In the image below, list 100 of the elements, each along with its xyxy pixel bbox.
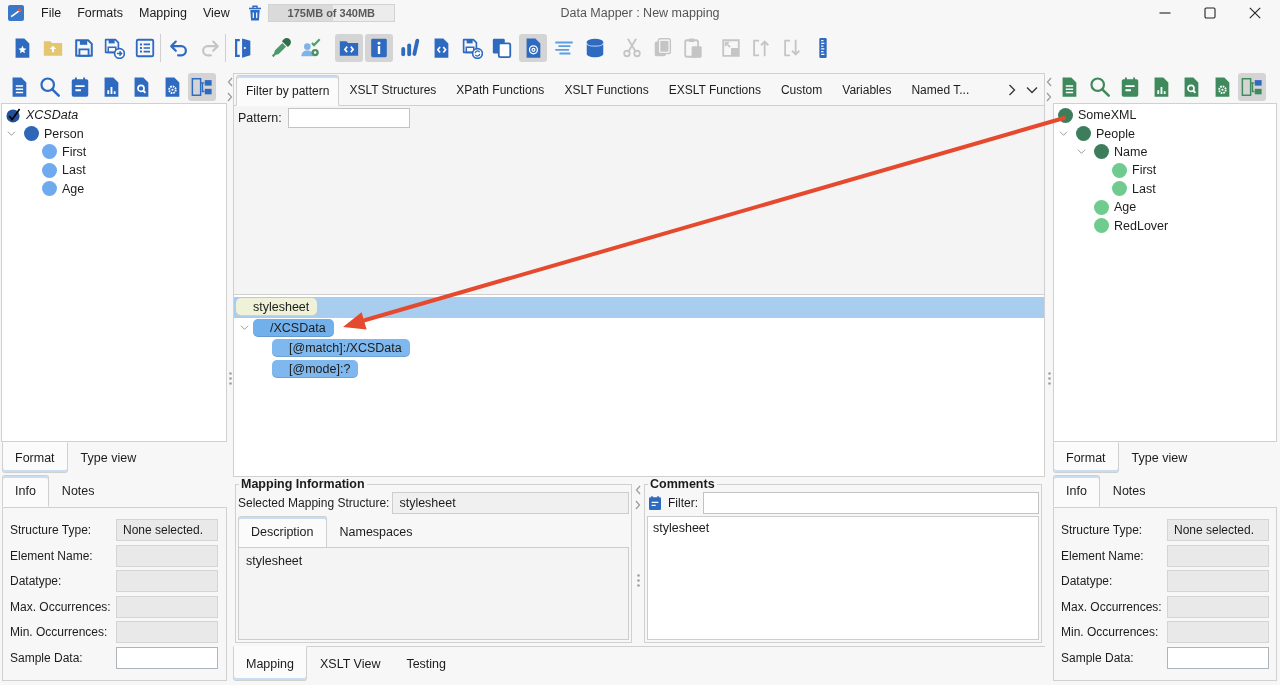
tree-item-label[interactable]: First <box>62 144 87 159</box>
trash-icon[interactable] <box>247 5 262 21</box>
field-label: Max. Occurrences: <box>1061 599 1163 614</box>
grip-icon[interactable] <box>1047 371 1051 385</box>
chevron-right-icon[interactable] <box>1006 84 1018 96</box>
folder-code-icon[interactable] <box>334 34 363 62</box>
tree-item-label[interactable]: XCSData <box>26 108 79 123</box>
tab[interactable]: XSLT View <box>306 647 394 681</box>
note-icon[interactable] <box>69 75 91 98</box>
floppy-arrow-icon[interactable] <box>103 37 126 59</box>
tab[interactable]: Type view <box>67 442 150 473</box>
tab[interactable]: Namespaces <box>326 516 426 547</box>
memory-usage-text: 175MB of 340MB <box>287 7 376 19</box>
tab[interactable]: XSLT Functions <box>554 75 659 105</box>
mapping-node[interactable]: /XCSData <box>253 318 334 337</box>
field-label: Datatype: <box>10 574 63 588</box>
description-field[interactable]: stylesheet <box>238 547 629 640</box>
check-circle-icon <box>6 107 21 123</box>
group-title: Mapping Information <box>240 477 366 491</box>
text-field[interactable] <box>1167 646 1269 669</box>
eyedropper-icon[interactable] <box>269 37 292 59</box>
tab[interactable]: Description <box>238 516 327 548</box>
tree-item-label[interactable]: Age <box>1114 200 1137 215</box>
tab[interactable]: Format <box>2 442 68 473</box>
bars-icon[interactable] <box>399 37 421 59</box>
pattern-field[interactable] <box>287 108 410 128</box>
field-label: Max. Occurrences: <box>10 599 112 614</box>
document-ring-icon[interactable] <box>519 34 547 62</box>
note-icon[interactable] <box>647 494 663 512</box>
floppy-sync-icon[interactable] <box>460 37 483 59</box>
mapping-node[interactable]: stylesheet <box>236 298 318 317</box>
copy-documents-icon[interactable] <box>491 37 514 59</box>
field-label: Min. Occurrences: <box>10 625 109 639</box>
menu-item[interactable]: File <box>33 3 70 23</box>
field-label: Element Name: <box>1061 548 1145 563</box>
field-label: Sample Data: <box>1061 650 1135 665</box>
search-icon[interactable] <box>1088 75 1111 98</box>
tab[interactable]: XPath Functions <box>446 75 555 105</box>
search-icon[interactable] <box>38 75 61 98</box>
tree-item-label[interactable]: Name <box>1114 144 1148 159</box>
tab[interactable]: Custom <box>770 75 833 105</box>
tab[interactable]: Info <box>1053 475 1100 507</box>
field-label: Datatype: <box>1061 574 1114 588</box>
tree-item-label[interactable]: Last <box>1132 181 1156 196</box>
menu-item[interactable]: View <box>194 3 238 23</box>
tree-item-label[interactable]: First <box>1132 163 1157 178</box>
structure-icon[interactable] <box>188 72 216 101</box>
tab[interactable]: EXSLT Functions <box>658 75 771 105</box>
mapping-node[interactable]: [@mode]:? <box>272 359 359 378</box>
info-icon[interactable] <box>365 34 394 62</box>
tab[interactable]: Type view <box>1118 442 1201 473</box>
database-icon[interactable] <box>583 37 606 59</box>
tab[interactable]: Mapping <box>233 646 307 681</box>
tree-item-label[interactable]: SomeXML <box>1078 108 1137 123</box>
tab[interactable]: Notes <box>48 475 108 507</box>
field-label: Selected Mapping Structure: <box>238 496 390 510</box>
chevron-left-icon[interactable] <box>1046 77 1052 87</box>
tab[interactable]: Info <box>2 475 49 507</box>
field-label: Element Name: <box>10 548 94 563</box>
text-field[interactable]: stylesheet <box>392 492 629 514</box>
comments-field[interactable]: stylesheet <box>647 516 1039 640</box>
app-logo-icon <box>8 5 24 21</box>
user-gear-icon[interactable] <box>300 37 323 59</box>
menu-item[interactable]: Formats <box>69 3 131 23</box>
field-label: Structure Type: <box>1061 523 1144 537</box>
tab[interactable]: Named T... <box>901 75 980 105</box>
mapping-node[interactable]: [@match]:/XCSData <box>272 339 410 358</box>
menu-item[interactable]: Mapping <box>131 3 195 23</box>
chevron-down-icon[interactable] <box>1026 84 1038 96</box>
field-label: Sample Data: <box>10 650 84 665</box>
field-label: Min. Occurrences: <box>1061 625 1160 639</box>
tree-item-label[interactable]: RedLover <box>1114 218 1169 233</box>
tree-item-label[interactable]: Age <box>62 181 85 196</box>
tab[interactable]: Filter by pattern <box>236 75 340 106</box>
undo-icon[interactable] <box>167 37 190 59</box>
chevron-left-icon[interactable] <box>227 77 233 87</box>
filter-field[interactable] <box>703 492 1039 514</box>
field-label: Filter: <box>668 496 698 510</box>
floppy-icon[interactable] <box>72 37 95 59</box>
maximize-icon[interactable] <box>1204 7 1216 19</box>
list-icon[interactable] <box>134 37 156 59</box>
tree-item-label[interactable]: Person <box>44 126 84 141</box>
grip-icon[interactable] <box>228 371 232 385</box>
tab[interactable]: Variables <box>832 75 902 105</box>
text-field[interactable] <box>116 646 218 669</box>
tab[interactable]: XSLT Structures <box>339 75 447 105</box>
close-icon[interactable] <box>1249 7 1261 19</box>
structure-icon[interactable] <box>1238 72 1266 101</box>
group-title: Comments <box>649 477 716 491</box>
tab[interactable]: Format <box>1053 442 1119 473</box>
window-title: Data Mapper : New mapping <box>560 6 720 20</box>
field-label: Structure Type: <box>10 523 93 537</box>
note-icon[interactable] <box>1119 75 1141 98</box>
tree-item-label[interactable]: Last <box>62 163 86 178</box>
tab[interactable]: Notes <box>1099 475 1159 507</box>
chevron-left-icon[interactable] <box>635 485 641 495</box>
tree-item-label[interactable]: People <box>1096 126 1135 141</box>
field-label: Pattern: <box>238 110 282 127</box>
tab[interactable]: Testing <box>393 647 459 681</box>
grip-icon[interactable] <box>636 574 640 587</box>
